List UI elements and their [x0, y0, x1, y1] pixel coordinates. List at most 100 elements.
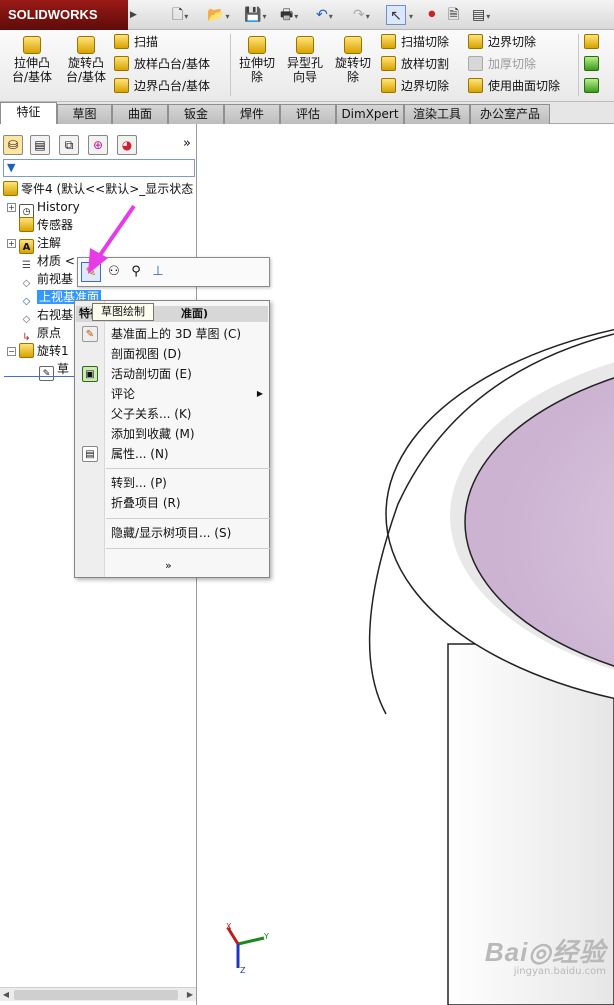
rebuild-traffic-light-icon[interactable]: ⚫ — [426, 5, 438, 25]
tab-weldments[interactable]: 焊件 — [224, 104, 280, 124]
extrude-cut-button[interactable]: 拉伸切 除 — [234, 34, 280, 84]
boundary-boss-label: 边界凸台/基体 — [134, 79, 211, 93]
tree-rollback-bar[interactable] — [4, 376, 76, 377]
tree-item-label: 前视基 — [37, 272, 74, 286]
menu-item-3d-sketch[interactable]: 基准面上的 3D 草图 (C) — [111, 324, 241, 344]
boundary-cut-button[interactable]: 边界切除 — [381, 76, 449, 96]
3d-sketch-icon: ✎ — [82, 326, 98, 342]
lofted-cut-icon — [381, 56, 396, 71]
surface-cut-button[interactable]: 使用曲面切除 — [468, 76, 560, 96]
select-pointer-icon[interactable]: ↖ — [386, 5, 406, 25]
tree-item-label: 原点 — [37, 326, 62, 340]
linear-pattern-button[interactable] — [584, 54, 604, 74]
tab-office-products[interactable]: 办公室产品 — [470, 104, 550, 124]
options-icon[interactable]: ▤▾ — [472, 5, 490, 25]
tab-sketch[interactable]: 草图 — [57, 104, 112, 124]
tree-item-label: 传感器 — [37, 218, 74, 232]
lofted-cut-label: 放样切割 — [401, 57, 450, 71]
select-dropdown-icon[interactable]: ▾ — [408, 5, 413, 25]
feature-tree-scrollbar[interactable]: ◀ ▶ — [0, 987, 196, 1001]
loft-boss-button[interactable]: 放样凸台/基体 — [114, 54, 210, 74]
hole-wizard-button[interactable]: 异型孔 向导 — [282, 34, 328, 84]
sweep-button[interactable]: 扫描 — [114, 32, 158, 52]
menu-item-live-section[interactable]: 活动剖切面 (E) — [111, 364, 192, 384]
save-icon[interactable]: 💾▾ — [244, 5, 266, 25]
revolve-boss-button[interactable]: 旋转凸 台/基体 — [60, 34, 112, 84]
feature-tree-filter[interactable]: ▼ — [3, 159, 195, 177]
linear-pattern-icon — [584, 56, 599, 71]
tree-item-front-plane[interactable]: ◇ 前视基 — [19, 270, 74, 289]
fillet-button[interactable] — [584, 32, 604, 52]
tree-item-revolve1[interactable]: − 旋转1 — [7, 342, 69, 360]
tree-root-part[interactable]: 零件4 (默认<<默认>_显示状态 — [3, 180, 193, 198]
revolve-cut-button[interactable]: 旋转切 除 — [330, 34, 376, 84]
undo-icon[interactable]: ↶▾ — [316, 5, 333, 25]
menu-item-parent-child[interactable]: 父子关系... (K) — [111, 404, 192, 424]
tab-sheet-metal[interactable]: 钣金 — [168, 104, 224, 124]
menu-expand-more-icon[interactable]: » — [165, 556, 172, 576]
extrude-boss-icon — [23, 36, 41, 54]
expand-plus-icon[interactable]: + — [7, 239, 16, 248]
menu-item-properties[interactable]: 属性... (N) — [111, 444, 169, 464]
tab-evaluate[interactable]: 评估 — [280, 104, 336, 124]
scroll-left-icon[interactable]: ◀ — [0, 988, 12, 1002]
scroll-right-icon[interactable]: ▶ — [184, 988, 196, 1002]
display-manager-icon[interactable]: ◕ — [117, 135, 137, 155]
rib-button[interactable] — [584, 76, 604, 96]
extrude-cut-icon — [248, 36, 266, 54]
solidworks-logo[interactable]: SOLIDWORKS — [0, 0, 128, 30]
menu-arrow-icon[interactable]: ▶ — [130, 0, 142, 30]
extrude-cut-label: 拉伸切 除 — [238, 56, 275, 84]
thicken-cut-button[interactable]: 加厚切除 — [468, 54, 536, 74]
extrude-boss-button[interactable]: 拉伸凸 台/基体 — [6, 34, 58, 84]
normal-to-button[interactable]: ⊥ — [148, 262, 168, 282]
tree-item-origin[interactable]: ↳ 原点 — [19, 324, 62, 343]
menu-item-go-to[interactable]: 转到... (P) — [111, 473, 167, 493]
expand-panel-icon[interactable]: » — [177, 135, 197, 155]
menu-item-section-view[interactable]: 剖面视图 (D) — [111, 344, 181, 364]
boundary-cut-2-label: 边界切除 — [488, 35, 537, 49]
menu-header-tail: 准面) — [181, 307, 209, 320]
swept-cut-button[interactable]: 扫描切除 — [381, 32, 449, 52]
menu-separator — [106, 518, 270, 519]
fillet-icon — [584, 34, 599, 49]
collapse-minus-icon[interactable]: − — [7, 347, 16, 356]
command-manager-ribbon: 拉伸凸 台/基体 旋转凸 台/基体 扫描 放样凸台/基体 边界凸台/基体 拉伸切… — [0, 30, 614, 102]
lofted-cut-button[interactable]: 放样切割 — [381, 54, 449, 74]
scrollbar-thumb[interactable] — [14, 990, 178, 1000]
print-icon[interactable]: 🖶▾ — [280, 5, 298, 25]
tree-item-label: History — [37, 200, 80, 214]
sketch-tooltip: 草图绘制 — [92, 303, 154, 321]
tree-item-history[interactable]: + ◷ History — [7, 198, 80, 219]
sketch-icon: ✎ — [39, 366, 54, 381]
thicken-cut-icon — [468, 56, 483, 71]
tree-item-material[interactable]: ☰ 材质 < — [19, 252, 75, 271]
revolve-feature-icon — [19, 343, 34, 358]
dimxpert-manager-icon[interactable]: ⊕ — [88, 135, 108, 155]
sweep-icon — [114, 34, 129, 49]
menu-item-collapse-items[interactable]: 折叠项目 (R) — [111, 493, 181, 513]
tab-render-tools[interactable]: 渲染工具 — [404, 104, 470, 124]
open-folder-icon[interactable]: 📂▾ — [207, 5, 229, 25]
feature-manager-toolbar: ⛁ ▤ ⧉ ⊕ ◕ » — [0, 132, 197, 156]
tab-features[interactable]: 特征 — [0, 102, 57, 124]
tab-dimxpert[interactable]: DimXpert — [336, 104, 404, 124]
boundary-cut-2-button[interactable]: 边界切除 — [468, 32, 536, 52]
tab-surfaces[interactable]: 曲面 — [112, 104, 168, 124]
property-manager-icon[interactable]: ▤ — [30, 135, 50, 155]
boundary-boss-button[interactable]: 边界凸台/基体 — [114, 76, 210, 96]
tree-item-right-plane[interactable]: ◇ 右视基 — [19, 306, 73, 325]
feature-tree-icon[interactable]: ⛁ — [3, 135, 23, 155]
expand-plus-icon[interactable]: + — [7, 203, 16, 212]
boundary-boss-icon — [114, 78, 129, 93]
tree-item-annotations[interactable]: + A 注解 — [7, 234, 61, 254]
configuration-manager-icon[interactable]: ⧉ — [59, 135, 79, 155]
menu-item-add-favorites[interactable]: 添加到收藏 (M) — [111, 424, 195, 444]
file-properties-icon[interactable]: 🗎 — [448, 5, 459, 25]
menu-item-comment[interactable]: 评论 ▶ — [111, 384, 263, 404]
menu-item-comment-label: 评论 — [111, 387, 136, 401]
new-document-icon[interactable]: 🗋▾ — [172, 5, 188, 25]
tree-item-sensors[interactable]: 传感器 — [19, 216, 73, 234]
menu-item-hide-show-tree[interactable]: 隐藏/显示树项目... (S) — [111, 523, 231, 543]
redo-icon[interactable]: ↷▾ — [353, 5, 370, 25]
